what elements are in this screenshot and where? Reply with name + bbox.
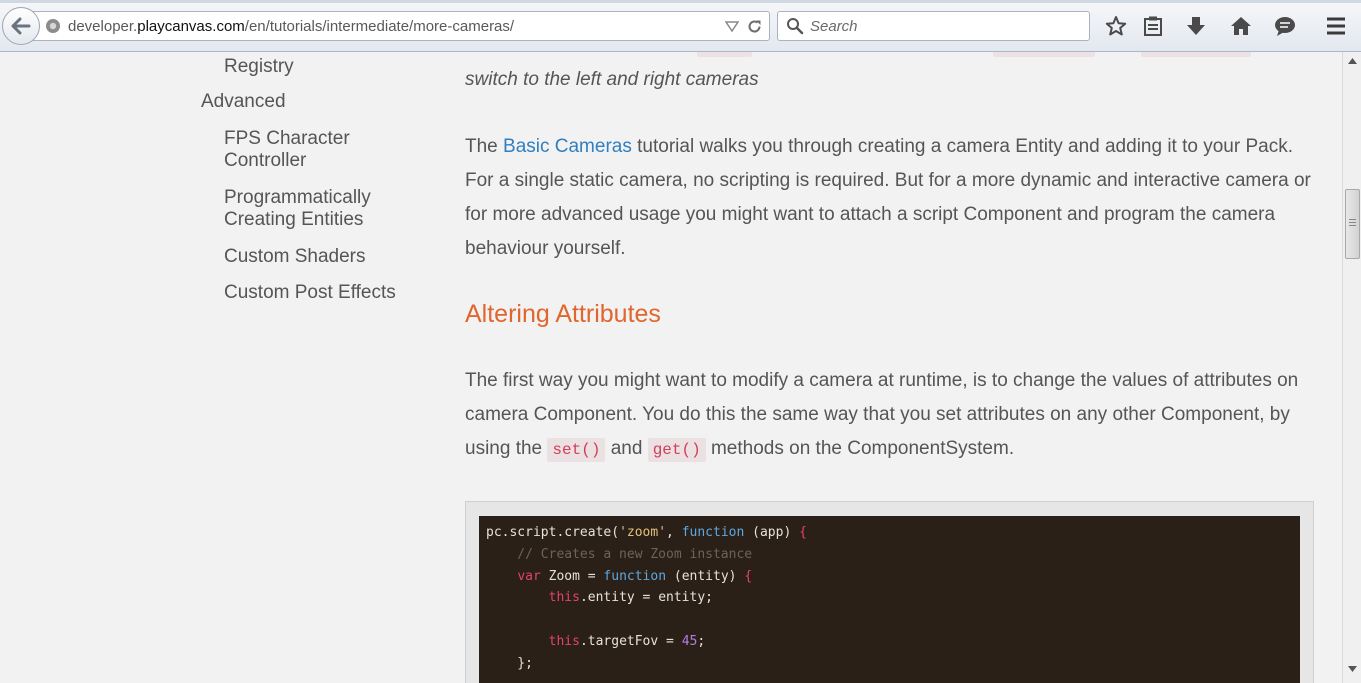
tab-strip-edge (0, 0, 1361, 3)
code-line: }; (486, 655, 533, 671)
inline-code-get: get() (647, 438, 706, 462)
bookmarks-menu-button[interactable] (1140, 13, 1166, 39)
back-arrow-icon (11, 17, 31, 35)
sidebar-item-fps-character-controller[interactable]: FPS Character Controller (224, 128, 350, 172)
page-viewport: Registry Advanced FPS Character Controll… (0, 52, 1342, 683)
address-bar[interactable]: developer.playcanvas.com/en/tutorials/in… (30, 11, 770, 41)
clipboard-icon (1144, 16, 1162, 36)
globe-icon (46, 19, 60, 33)
code-block-frame: pc.script.create('zoom', function (app) … (465, 501, 1314, 683)
home-button[interactable] (1228, 13, 1254, 39)
intro-paragraph: The Basic Cameras tutorial walks you thr… (465, 136, 1311, 259)
chat-button[interactable] (1272, 13, 1298, 39)
sidebar-item-registry[interactable]: Registry (224, 56, 294, 78)
sidebar-item-custom-shaders[interactable]: Custom Shaders (224, 246, 366, 268)
sidebar-item-label: Creating Entities (224, 209, 364, 230)
code-line: var Zoom = function (entity) { (517, 568, 753, 584)
scroll-up-arrow-icon[interactable] (1348, 58, 1357, 64)
search-bar[interactable]: Search (777, 11, 1090, 41)
menu-button[interactable] (1323, 13, 1349, 39)
back-button[interactable] (2, 7, 40, 45)
instruction-italic-text: switch to the left and right cameras (465, 69, 759, 90)
vertical-scrollbar[interactable] (1342, 52, 1361, 683)
code-line: this.targetFov = 45; (548, 633, 706, 649)
url-text[interactable]: developer.playcanvas.com/en/tutorials/in… (68, 18, 514, 35)
sidebar-section-advanced[interactable]: Advanced (201, 91, 286, 113)
code-block[interactable]: pc.script.create('zoom', function (app) … (479, 516, 1300, 683)
downloads-button[interactable] (1183, 13, 1209, 39)
bookmark-star-button[interactable] (1103, 13, 1129, 39)
search-icon (787, 18, 804, 35)
section-heading-altering-attributes: Altering Attributes (465, 300, 661, 328)
code-line: this.entity = entity; (548, 590, 713, 606)
inline-code-clipped (993, 52, 1095, 57)
reload-icon[interactable] (746, 18, 763, 35)
star-icon (1105, 16, 1127, 36)
sidebar-item-label: Controller (224, 150, 307, 171)
home-icon (1231, 17, 1251, 35)
search-input[interactable]: Search (810, 18, 858, 35)
code-line: // Creates a new Zoom instance (486, 546, 753, 562)
sidebar-item-label: FPS Character (224, 128, 350, 149)
code-line: pc.script.create('zoom', function (app) … (486, 525, 807, 540)
browser-toolbar: developer.playcanvas.com/en/tutorials/in… (0, 0, 1361, 52)
inline-code-set: set() (547, 438, 606, 462)
sidebar-item-programmatically-creating-entities[interactable]: Programmatically Creating Entities (224, 187, 371, 231)
hamburger-menu-icon (1327, 17, 1345, 35)
sidebar-nav: Registry Advanced FPS Character Controll… (0, 52, 440, 683)
basic-cameras-link[interactable]: Basic Cameras (503, 136, 632, 157)
scrollbar-thumb[interactable] (1345, 189, 1360, 259)
download-arrow-icon (1187, 17, 1205, 35)
scroll-down-arrow-icon[interactable] (1348, 666, 1357, 672)
sidebar-item-label: Programmatically (224, 187, 371, 208)
sidebar-item-custom-post-effects[interactable]: Custom Post Effects (224, 282, 396, 304)
inline-code-clipped (697, 52, 752, 57)
dropdown-arrow-icon[interactable] (725, 20, 739, 32)
inline-code-clipped (1141, 52, 1251, 57)
attributes-paragraph: The first way you might want to modify a… (465, 364, 1315, 467)
chat-bubble-icon (1275, 17, 1295, 36)
